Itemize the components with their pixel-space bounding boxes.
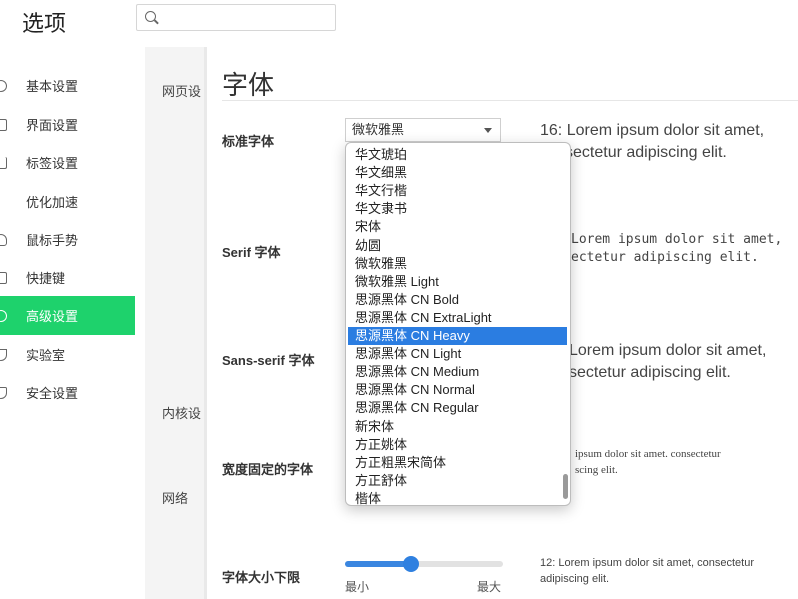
search-icon <box>145 11 156 22</box>
standard-font-label: 标准字体 <box>222 134 275 149</box>
preview-line: Lorem ipsum dolor sit amet, <box>569 342 767 359</box>
sidebar-item-optimize[interactable]: 优化加速 <box>0 182 135 221</box>
preview-line: ectetur adipiscing elit. <box>571 250 759 265</box>
tab-icon <box>0 156 7 169</box>
sidebar-item-security[interactable]: 安全设置 <box>0 373 135 412</box>
dropdown-option[interactable]: 思源黑体 CN Heavy <box>348 327 567 345</box>
font-dropdown-list[interactable]: 华文琥珀 华文细黑 华文行楷 华文隶书 宋体 幼圆 微软雅黑 微软雅黑 Light 思源黑体 C… <box>345 142 571 506</box>
subnav-item-kernel[interactable]: 内核设 <box>162 403 201 422</box>
preview-line: ipsum dolor sit amet. consectetur <box>575 448 721 460</box>
preview-line: Lorem ipsum dolor sit amet, <box>571 232 783 247</box>
sidebar-item-basic[interactable]: 基本设置 <box>0 66 135 105</box>
search-box[interactable] <box>136 4 336 31</box>
font-size-min-slider[interactable] <box>345 556 503 572</box>
sidebar: 基本设置 界面设置 标签设置 优化加速 鼠标手势 快捷键 高级设置 实验室 安全… <box>0 58 135 599</box>
search-input[interactable] <box>163 8 331 28</box>
font-size-min-preview: 12: Lorem ipsum dolor sit amet, consecte… <box>540 555 754 587</box>
slider-fill <box>345 561 411 567</box>
sidebar-item-label: 基本设置 <box>26 79 79 94</box>
dropdown-option[interactable]: 方正舒体 <box>348 472 567 490</box>
fixed-width-font-label: 宽度固定的字体 <box>222 462 314 477</box>
sidebar-item-tabs[interactable]: 标签设置 <box>0 143 135 182</box>
dropdown-option[interactable]: 楷体 <box>348 490 567 505</box>
sidebar-item-label: 标签设置 <box>26 156 79 171</box>
select-value: 微软雅黑 <box>352 122 405 137</box>
dropdown-option[interactable]: 幼圆 <box>348 237 567 255</box>
sidebar-item-advanced[interactable]: 高级设置 <box>0 296 135 335</box>
sidebar-item-interface[interactable]: 界面设置 <box>0 105 135 144</box>
sidebar-item-label: 安全设置 <box>26 386 79 401</box>
home-icon <box>0 79 7 92</box>
serif-font-preview: Lorem ipsum dolor sit amet, ectetur adip… <box>540 231 782 267</box>
dropdown-option[interactable]: 微软雅黑 <box>348 255 567 273</box>
preview-line: scing elit. <box>575 464 618 476</box>
preview-line: 12: Lorem ipsum dolor sit amet, consecte… <box>540 557 754 569</box>
dropdown-option[interactable]: 方正粗黑宋简体 <box>348 454 567 472</box>
sidebar-item-label: 优化加速 <box>26 195 79 210</box>
divider <box>204 47 207 599</box>
sidebar-item-label: 鼠标手势 <box>26 233 79 248</box>
font-size-min-label: 字体大小下限 <box>222 570 301 585</box>
sidebar-item-label: 界面设置 <box>26 118 79 133</box>
slider-max-label: 最大 <box>477 580 502 594</box>
dropdown-option[interactable]: 华文行楷 <box>348 182 567 200</box>
standard-font-select[interactable]: 微软雅黑 <box>345 118 501 142</box>
slider-thumb[interactable] <box>403 556 419 572</box>
sidebar-item-shortcuts[interactable]: 快捷键 <box>0 258 135 297</box>
keyboard-icon <box>0 271 7 284</box>
dropdown-option[interactable]: 思源黑体 CN Bold <box>348 291 567 309</box>
slider-min-label: 最小 <box>345 580 370 594</box>
shield-icon <box>0 386 7 399</box>
flask-icon <box>0 348 7 361</box>
dropdown-option[interactable]: 思源黑体 CN Normal <box>348 381 567 399</box>
dropdown-option[interactable]: 华文琥珀 <box>348 146 567 164</box>
preview-line: sectetur adipiscing elit. <box>565 144 727 161</box>
dropdown-option[interactable]: 华文隶书 <box>348 200 567 218</box>
dropdown-option[interactable]: 华文细黑 <box>348 164 567 182</box>
sidebar-item-label: 高级设置 <box>26 309 79 324</box>
dropdown-option[interactable]: 宋体 <box>348 218 567 236</box>
preview-line: 16: Lorem ipsum dolor sit amet, <box>540 122 765 139</box>
preview-line: sectetur adipiscing elit. <box>569 364 731 381</box>
serif-font-label: Serif 字体 <box>222 245 281 260</box>
sidebar-item-label: 快捷键 <box>26 271 66 286</box>
sidebar-item-lab[interactable]: 实验室 <box>0 335 135 374</box>
sidebar-item-gestures[interactable]: 鼠标手势 <box>0 220 135 259</box>
standard-font-preview: 16: Lorem ipsum dolor sit amet, sectetur… <box>540 120 764 164</box>
app-title: 选项 <box>22 11 67 36</box>
chevron-down-icon <box>484 128 492 133</box>
dropdown-option[interactable]: 方正姚体 <box>348 436 567 454</box>
sidebar-item-label: 实验室 <box>26 348 66 363</box>
dropdown-option[interactable]: 思源黑体 CN ExtraLight <box>348 309 567 327</box>
section-title: 字体 <box>222 70 275 100</box>
sub-navigation <box>145 47 205 599</box>
gear-icon <box>0 309 7 322</box>
dropdown-option[interactable]: 思源黑体 CN Medium <box>348 363 567 381</box>
dropdown-option[interactable]: 微软雅黑 Light <box>348 273 567 291</box>
dropdown-option[interactable]: 思源黑体 CN Light <box>348 345 567 363</box>
subnav-item-network[interactable]: 网络 <box>162 488 188 507</box>
dropdown-option[interactable]: 思源黑体 CN Regular <box>348 399 567 417</box>
window-icon <box>0 118 7 131</box>
lightning-icon <box>0 195 10 208</box>
preview-line: adipiscing elit. <box>540 573 610 585</box>
mouse-icon <box>0 233 7 246</box>
subnav-item-webpage[interactable]: 网页设 <box>162 81 201 100</box>
dropdown-option[interactable]: 新宋体 <box>348 418 567 436</box>
title-rule <box>222 100 798 101</box>
sans-serif-font-label: Sans-serif 字体 <box>222 353 315 368</box>
sans-serif-font-preview: Lorem ipsum dolor sit amet, sectetur adi… <box>540 340 766 384</box>
